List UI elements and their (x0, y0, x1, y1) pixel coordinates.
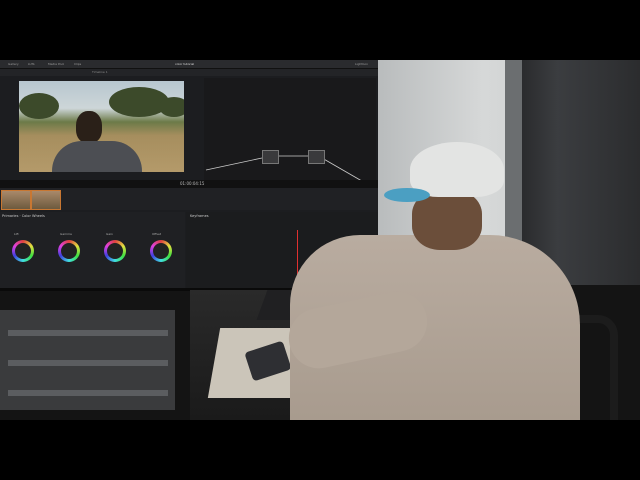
viewer-toolbar: Timeline 1 (0, 69, 378, 76)
node-01[interactable] (262, 150, 279, 164)
baseball-cap (410, 142, 504, 197)
viewer-transport: 01:00:04:15 (0, 180, 378, 188)
timeline-name[interactable]: Timeline 1 (92, 69, 108, 76)
clip-thumbnail[interactable] (31, 190, 61, 210)
wheel-label-gamma: Gamma (60, 232, 72, 236)
keyframes-title: Keyframes (190, 214, 209, 218)
gain-wheel[interactable] (104, 240, 126, 262)
wheel-label-gain: Gain (106, 232, 113, 236)
panel-title: Primaries · Color Wheels (2, 214, 45, 218)
equipment-rack (0, 310, 175, 410)
subject-in-viewer (52, 111, 142, 172)
wheel-label-offset: Offset (152, 232, 162, 236)
clip-thumbnail[interactable] (1, 190, 31, 210)
menu-luts[interactable]: LUTs (28, 60, 35, 68)
menu-clips[interactable]: Clips (74, 60, 81, 68)
offset-wheel[interactable] (150, 240, 172, 262)
cap-brim (384, 188, 430, 202)
lift-wheel[interactable] (12, 240, 34, 262)
menu-media-pool[interactable]: Media Pool (48, 60, 64, 68)
project-title: color tutorial (175, 62, 195, 66)
viewer-timecode: 01:00:04:15 (180, 181, 205, 186)
clip-strip (0, 188, 378, 210)
node-editor[interactable] (204, 78, 376, 190)
viewer-image (19, 81, 184, 172)
menu-lightbox[interactable]: Lightbox (355, 60, 368, 68)
menu-gallery[interactable]: Gallery (8, 60, 19, 68)
node-02[interactable] (308, 150, 325, 164)
video-frame: Gallery LUTs Media Pool Clips color tuto… (0, 60, 640, 420)
wheel-label-lift: Lift (14, 232, 19, 236)
resolve-top-bar: Gallery LUTs Media Pool Clips color tuto… (0, 60, 378, 69)
color-wheels-panel: Primaries · Color Wheels Lift Gamma Gain… (0, 212, 185, 288)
gamma-wheel[interactable] (58, 240, 80, 262)
